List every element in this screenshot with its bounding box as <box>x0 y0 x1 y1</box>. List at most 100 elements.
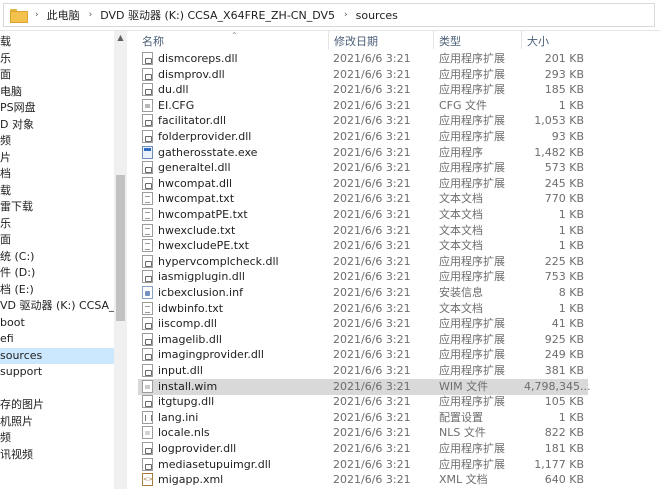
sidebar-item[interactable]: 频 <box>0 133 114 149</box>
file-date: 2021/6/6 3:21 <box>333 176 411 190</box>
file-type: 文本文档 <box>439 208 483 221</box>
column-header-name[interactable]: 名称 <box>142 31 164 49</box>
file-row[interactable]: migapp.xml 2021/6/6 3:21 XML 文档 640 KB <box>138 472 588 488</box>
file-size: 93 KB <box>551 130 584 143</box>
file-date: 2021/6/6 3:21 <box>333 457 411 471</box>
file-row[interactable]: mediasetupuimgr.dll 2021/6/6 3:21 应用程序扩展 1,… <box>138 457 588 473</box>
file-name: hwcompatPE.txt <box>158 208 248 221</box>
file-name: imagelib.dll <box>158 332 222 346</box>
exe-icon <box>142 145 153 159</box>
sidebar-item[interactable]: 乐 <box>0 216 114 232</box>
dll-icon <box>142 317 153 331</box>
sidebar-item[interactable]: 存的图片 <box>0 397 114 413</box>
chevron-right-icon[interactable]: › <box>344 10 348 20</box>
sidebar-item[interactable]: 讯视频 <box>0 447 114 463</box>
dll-icon <box>142 395 153 409</box>
file-row[interactable]: idwbinfo.txt 2021/6/6 3:21 文本文档 1 KB <box>138 301 588 317</box>
file-row[interactable]: EI.CFG 2021/6/6 3:21 CFG 文件 1 KB <box>138 98 588 114</box>
sidebar-item[interactable]: PS网盘 <box>0 100 114 116</box>
scroll-up-icon[interactable]: ▲ <box>114 33 127 43</box>
sidebar-item[interactable]: boot <box>0 315 114 331</box>
nls-icon <box>142 426 153 440</box>
sidebar-item[interactable]: 载 <box>0 183 114 199</box>
file-date: 2021/6/6 3:21 <box>333 317 411 331</box>
file-row[interactable]: du.dll 2021/6/6 3:21 应用程序扩展 185 KB <box>138 82 588 98</box>
file-row[interactable]: iasmigplugin.dll 2021/6/6 3:21 应用程序扩展 753 K… <box>138 269 588 285</box>
file-row[interactable]: hwcompat.dll 2021/6/6 3:21 应用程序扩展 245 KB <box>138 176 588 192</box>
file-name: idwbinfo.txt <box>158 301 224 315</box>
sidebar-item[interactable]: 频 <box>0 430 114 446</box>
sidebar-item[interactable]: 载 <box>0 34 114 50</box>
dll-icon <box>142 457 153 471</box>
file-row[interactable]: hwcompatPE.txt 2021/6/6 3:21 文本文档 1 KB <box>138 207 588 223</box>
column-header-size[interactable]: 大小 <box>521 31 549 49</box>
file-row[interactable]: gatherosstate.exe 2021/6/6 3:21 应用程序 1,482 … <box>138 145 588 161</box>
sidebar-item[interactable]: 档 <box>0 166 114 182</box>
sidebar-item[interactable]: support <box>0 364 114 380</box>
file-row[interactable]: icbexclusion.inf 2021/6/6 3:21 安装信息 8 KB <box>138 285 588 301</box>
sidebar-item[interactable]: 档 (E:) <box>0 282 114 298</box>
file-row[interactable]: logprovider.dll 2021/6/6 3:21 应用程序扩展 181 KB <box>138 441 588 457</box>
file-row[interactable]: generaltel.dll 2021/6/6 3:21 应用程序扩展 573 KB <box>138 160 588 176</box>
file-size: 770 KB <box>544 192 584 206</box>
sidebar-item[interactable]: 机照片 <box>0 414 114 430</box>
sidebar-item[interactable]: 电脑 <box>0 84 114 100</box>
file-row[interactable]: imagelib.dll 2021/6/6 3:21 应用程序扩展 925 KB <box>138 332 588 348</box>
dll-icon <box>142 442 153 455</box>
chevron-right-icon[interactable]: › <box>35 10 39 20</box>
chevron-right-icon[interactable]: › <box>89 10 93 20</box>
file-type: 文本文档 <box>439 223 483 237</box>
sidebar-item[interactable] <box>0 381 114 397</box>
file-type: 应用程序 <box>439 145 483 159</box>
file-row[interactable]: iiscomp.dll 2021/6/6 3:21 应用程序扩展 41 KB <box>138 316 588 332</box>
file-date: 2021/6/6 3:21 <box>333 130 411 143</box>
file-row[interactable]: hwcompat.txt 2021/6/6 3:21 文本文档 770 KB <box>138 191 588 207</box>
file-row[interactable]: dismcoreps.dll 2021/6/6 3:21 应用程序扩展 201 KB <box>138 51 588 67</box>
file-row[interactable]: folderprovider.dll 2021/6/6 3:21 应用程序扩展 93 … <box>138 129 588 145</box>
file-name: input.dll <box>158 364 203 377</box>
file-date: 2021/6/6 3:21 <box>333 379 411 393</box>
column-header-type[interactable]: 类型 <box>433 31 461 49</box>
sidebar-item[interactable]: 统 (C:) <box>0 249 114 265</box>
breadcrumb-this-pc[interactable]: 此电脑 <box>47 7 80 23</box>
file-type: 应用程序扩展 <box>439 67 505 81</box>
sidebar-item[interactable]: 片 <box>0 150 114 166</box>
file-row[interactable]: imagingprovider.dll 2021/6/6 3:21 应用程序扩展 24… <box>138 347 588 363</box>
file-row[interactable]: lang.ini 2021/6/6 3:21 配置设置 1 KB <box>138 410 588 426</box>
sidebar-scrollbar[interactable]: ▲ <box>114 31 127 489</box>
file-row[interactable]: hwexcludePE.txt 2021/6/6 3:21 文本文档 1 KB <box>138 238 588 254</box>
file-name: install.wim <box>158 379 218 393</box>
address-box[interactable]: › 此电脑 › DVD 驱动器 (K:) CCSA_X64FRE_ZH-CN_D… <box>3 3 655 27</box>
file-size: 1,053 KB <box>534 114 584 128</box>
file-name: EI.CFG <box>158 98 195 112</box>
column-header-date[interactable]: 修改日期 <box>328 31 378 49</box>
file-row[interactable]: hwexclude.txt 2021/6/6 3:21 文本文档 1 KB <box>138 223 588 239</box>
file-row[interactable]: install.wim 2021/6/6 3:21 WIM 文件 4,798,345.… <box>138 378 590 395</box>
file-row[interactable]: itgtupg.dll 2021/6/6 3:21 应用程序扩展 105 KB <box>138 394 588 410</box>
sidebar-item[interactable]: 雷下载 <box>0 199 114 215</box>
file-row[interactable]: hypervcomplcheck.dll 2021/6/6 3:21 应用程序扩展 2… <box>138 254 588 270</box>
file-row[interactable]: dismprov.dll 2021/6/6 3:21 应用程序扩展 293 KB <box>138 67 588 83</box>
breadcrumb-sources[interactable]: sources <box>356 9 398 22</box>
file-row[interactable]: locale.nls 2021/6/6 3:21 NLS 文件 822 KB <box>138 425 588 441</box>
sidebar-item[interactable]: D 对象 <box>0 117 114 133</box>
file-row[interactable]: input.dll 2021/6/6 3:21 应用程序扩展 381 KB <box>138 363 588 379</box>
sidebar-item[interactable]: 乐 <box>0 51 114 67</box>
file-size: 573 KB <box>544 161 584 175</box>
sidebar-item[interactable]: 面 <box>0 232 114 248</box>
file-size: 225 KB <box>544 254 584 268</box>
sidebar-item[interactable]: 件 (D:) <box>0 265 114 281</box>
breadcrumb-dvd-drive[interactable]: DVD 驱动器 (K:) CCSA_X64FRE_ZH-CN_DV5 <box>100 7 335 23</box>
file-size: 1 KB <box>558 98 584 112</box>
file-date: 2021/6/6 3:21 <box>333 98 411 112</box>
file-size: 105 KB <box>544 395 584 409</box>
file-name: icbexclusion.inf <box>158 286 243 299</box>
navigation-pane: 载乐面电脑 PS网盘 D 对象频片档载雷下载乐面统 (C:) 件 (D:) 档 (E:)… <box>0 31 114 489</box>
sidebar-item[interactable]: 面 <box>0 67 114 83</box>
file-row[interactable]: facilitator.dll 2021/6/6 3:21 应用程序扩展 1,053 … <box>138 113 588 129</box>
sidebar-item[interactable]: sources <box>0 347 114 364</box>
sidebar-scrollbar-thumb[interactable] <box>116 175 125 321</box>
sidebar-item[interactable]: efi <box>0 331 114 347</box>
sidebar-item[interactable]: VD 驱动器 (K:) CCSA_X64FRE <box>0 298 114 314</box>
file-name: hwexcludePE.txt <box>158 239 249 253</box>
